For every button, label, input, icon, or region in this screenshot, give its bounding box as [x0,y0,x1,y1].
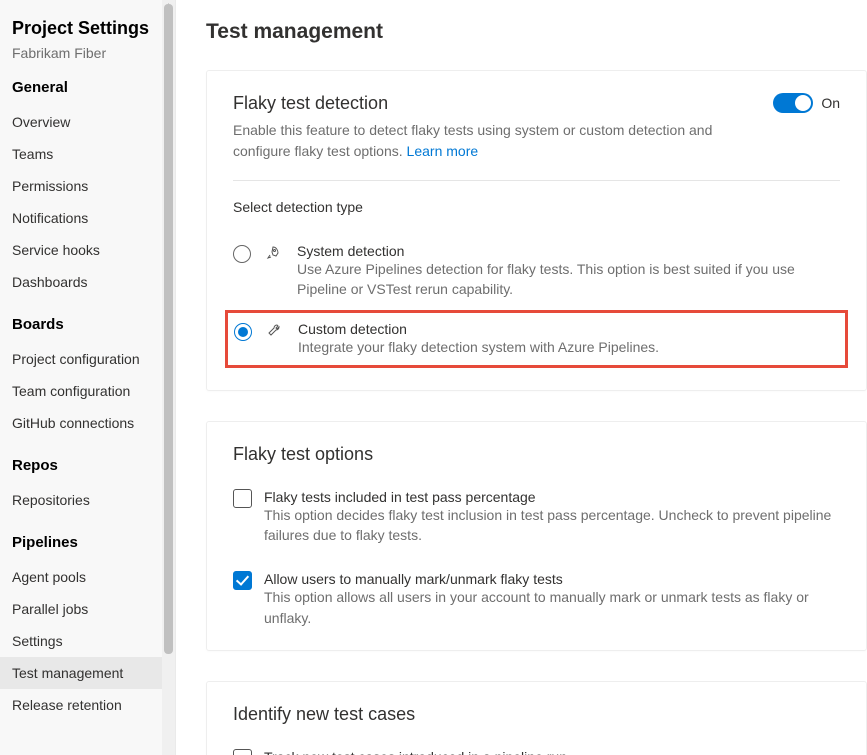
sidebar-group-header: Repos [12,457,163,474]
sidebar-item-parallel-jobs[interactable]: Parallel jobs [0,593,175,625]
flaky-options-card: Flaky test options Flaky tests included … [206,421,867,651]
manual-mark-title: Allow users to manually mark/unmark flak… [264,571,840,587]
sidebar-item-project-configuration[interactable]: Project configuration [0,343,175,375]
sidebar-item-team-configuration[interactable]: Team configuration [0,375,175,407]
track-new-checkbox[interactable] [233,749,252,755]
custom-detection-title: Custom detection [298,321,659,337]
sidebar-item-github-connections[interactable]: GitHub connections [0,407,175,439]
manual-mark-checkbox[interactable] [233,571,252,590]
system-detection-radio[interactable] [233,245,251,263]
track-new-row: Track new test cases introduced in a pip… [233,749,840,755]
toggle-state-label: On [821,95,840,111]
sidebar-item-repositories[interactable]: Repositories [0,484,175,516]
system-detection-option[interactable]: System detection Use Azure Pipelines det… [233,237,840,306]
sidebar-scrollbar[interactable]: ▴ [162,0,175,755]
page-title: Test management [206,20,867,44]
identify-new-title: Identify new test cases [233,704,840,725]
sidebar-item-test-management[interactable]: Test management [0,657,175,689]
main-content: Test management Flaky test detection Ena… [176,0,867,755]
flaky-options-title: Flaky test options [233,444,840,465]
rocket-icon [265,245,283,264]
system-detection-desc: Use Azure Pipelines detection for flaky … [297,259,840,300]
include-in-pass-pct-row: Flaky tests included in test pass percen… [233,489,840,546]
project-name: Fabrikam Fiber [12,45,163,61]
include-in-pass-pct-checkbox[interactable] [233,489,252,508]
manual-mark-row: Allow users to manually mark/unmark flak… [233,571,840,628]
settings-sidebar: Project Settings Fabrikam Fiber General O… [0,0,176,755]
divider [233,180,840,181]
custom-detection-radio[interactable] [234,323,252,341]
manual-mark-desc: This option allows all users in your acc… [264,587,840,628]
sidebar-item-dashboards[interactable]: Dashboards [0,266,175,298]
sidebar-group-header: Boards [12,316,163,333]
sidebar-item-service-hooks[interactable]: Service hooks [0,234,175,266]
detection-type-label: Select detection type [233,199,840,215]
sidebar-item-permissions[interactable]: Permissions [0,170,175,202]
track-new-title: Track new test cases introduced in a pip… [264,749,840,755]
sidebar-group-header: Pipelines [12,534,163,551]
flaky-detection-toggle[interactable] [773,93,813,113]
scroll-thumb[interactable] [164,4,173,654]
sidebar-item-teams[interactable]: Teams [0,138,175,170]
identify-new-card: Identify new test cases Track new test c… [206,681,867,755]
sidebar-group-header: General [12,79,163,96]
include-in-pass-pct-desc: This option decides flaky test inclusion… [264,505,840,546]
custom-detection-desc: Integrate your flaky detection system wi… [298,337,659,357]
flaky-detection-card: Flaky test detection Enable this feature… [206,70,867,391]
sidebar-item-agent-pools[interactable]: Agent pools [0,561,175,593]
sidebar-title: Project Settings [12,18,163,39]
wrench-icon [266,323,284,342]
flaky-detection-desc: Enable this feature to detect flaky test… [233,120,753,162]
flaky-detection-title: Flaky test detection [233,93,753,114]
include-in-pass-pct-title: Flaky tests included in test pass percen… [264,489,840,505]
learn-more-link[interactable]: Learn more [407,143,479,159]
system-detection-title: System detection [297,243,840,259]
sidebar-item-settings[interactable]: Settings [0,625,175,657]
sidebar-item-release-retention[interactable]: Release retention [0,689,175,721]
sidebar-item-overview[interactable]: Overview [0,106,175,138]
sidebar-item-notifications[interactable]: Notifications [0,202,175,234]
custom-detection-option[interactable]: Custom detection Integrate your flaky de… [225,310,848,368]
